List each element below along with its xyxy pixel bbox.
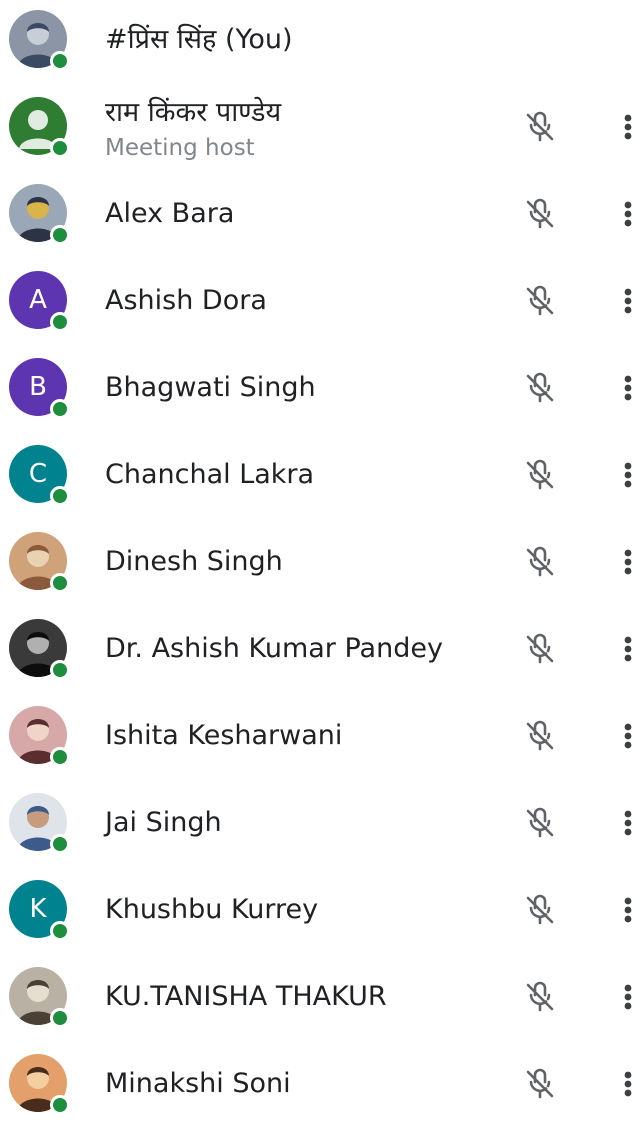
online-status-dot [50, 660, 70, 680]
more-vert-icon[interactable] [615, 803, 641, 843]
participant-row[interactable]: Ishita Kesharwani [0, 692, 641, 779]
participant-row[interactable]: KU.TANISHA THAKUR [0, 953, 641, 1040]
avatar: C [9, 445, 70, 506]
online-status-dot [50, 225, 70, 245]
avatar: K [9, 880, 70, 941]
avatar [9, 706, 70, 767]
online-status-dot [50, 573, 70, 593]
participant-name: Dinesh Singh [105, 546, 283, 577]
mic-off-icon[interactable] [520, 1064, 560, 1104]
participant-row[interactable]: C Chanchal Lakra [0, 431, 641, 518]
mic-off-icon[interactable] [520, 194, 560, 234]
participant-row[interactable]: Dr. Ashish Kumar Pandey [0, 605, 641, 692]
participant-name: Ishita Kesharwani [105, 720, 343, 751]
avatar: A [9, 271, 70, 332]
more-vert-icon[interactable] [615, 629, 641, 669]
online-status-dot [50, 921, 70, 941]
participant-row[interactable]: Alex Bara [0, 170, 641, 257]
participants-list: #प्रिंस सिंह (You) राम किंकर पाण्डेय Meeti… [0, 0, 641, 1115]
mic-off-icon[interactable] [520, 455, 560, 495]
more-vert-icon[interactable] [615, 455, 641, 495]
participant-name: KU.TANISHA THAKUR [105, 981, 387, 1012]
participant-name: Ashish Dora [105, 285, 267, 316]
avatar: B [9, 358, 70, 419]
avatar [9, 967, 70, 1028]
avatar [9, 532, 70, 593]
more-vert-icon[interactable] [615, 716, 641, 756]
more-vert-icon[interactable] [615, 194, 641, 234]
more-vert-icon[interactable] [615, 107, 641, 147]
participant-row[interactable]: Jai Singh [0, 779, 641, 866]
participant-row[interactable]: राम किंकर पाण्डेय Meeting host [0, 83, 641, 170]
participant-row[interactable]: K Khushbu Kurrey [0, 866, 641, 953]
mic-off-icon[interactable] [520, 977, 560, 1017]
mic-off-icon[interactable] [520, 107, 560, 147]
avatar [9, 793, 70, 854]
participant-name: #प्रिंस सिंह (You) [105, 24, 293, 55]
more-vert-icon[interactable] [615, 977, 641, 1017]
mic-off-icon[interactable] [520, 368, 560, 408]
online-status-dot [50, 51, 70, 71]
online-status-dot [50, 138, 70, 158]
more-vert-icon[interactable] [615, 368, 641, 408]
online-status-dot [50, 834, 70, 854]
mic-off-icon[interactable] [520, 542, 560, 582]
mic-off-icon[interactable] [520, 890, 560, 930]
participant-name: Alex Bara [105, 198, 235, 229]
participant-name: Jai Singh [105, 807, 222, 838]
participant-name: Bhagwati Singh [105, 372, 316, 403]
participant-row[interactable]: A Ashish Dora [0, 257, 641, 344]
online-status-dot [50, 399, 70, 419]
participant-name: Minakshi Soni [105, 1068, 291, 1099]
participant-name: Khushbu Kurrey [105, 894, 319, 925]
participant-role: Meeting host [105, 135, 255, 161]
participant-row[interactable]: #प्रिंस सिंह (You) [0, 0, 641, 83]
avatar [9, 184, 70, 245]
online-status-dot [50, 312, 70, 332]
more-vert-icon[interactable] [615, 281, 641, 321]
mic-off-icon[interactable] [520, 716, 560, 756]
online-status-dot [50, 747, 70, 767]
mic-off-icon[interactable] [520, 629, 560, 669]
online-status-dot [50, 1095, 70, 1115]
mic-off-icon[interactable] [520, 281, 560, 321]
participant-row[interactable]: B Bhagwati Singh [0, 344, 641, 431]
avatar [9, 10, 70, 71]
avatar [9, 97, 70, 158]
participant-name: Chanchal Lakra [105, 459, 315, 490]
more-vert-icon[interactable] [615, 1064, 641, 1104]
more-vert-icon[interactable] [615, 542, 641, 582]
online-status-dot [50, 486, 70, 506]
avatar [9, 1054, 70, 1115]
mic-off-icon[interactable] [520, 803, 560, 843]
participant-row[interactable]: Minakshi Soni [0, 1040, 641, 1127]
avatar [9, 619, 70, 680]
participant-name: राम किंकर पाण्डेय [105, 97, 282, 128]
more-vert-icon[interactable] [615, 890, 641, 930]
online-status-dot [50, 1008, 70, 1028]
participant-row[interactable]: Dinesh Singh [0, 518, 641, 605]
participant-name: Dr. Ashish Kumar Pandey [105, 633, 443, 664]
